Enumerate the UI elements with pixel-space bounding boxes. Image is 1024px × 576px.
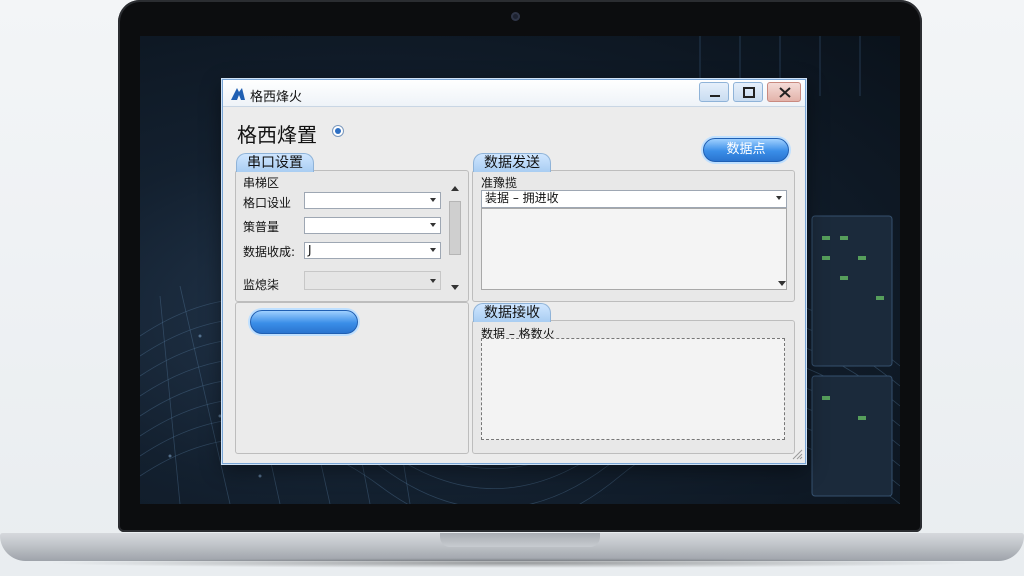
data-bits-label: 数据收成: bbox=[243, 245, 296, 259]
laptop-notch bbox=[440, 533, 600, 547]
close-icon bbox=[779, 87, 791, 98]
baud-label: 策普量 bbox=[243, 220, 280, 234]
title-bar[interactable]: 格西烽火 bbox=[223, 80, 805, 107]
serial-scrollbar[interactable] bbox=[448, 183, 462, 295]
scroll-down-icon[interactable] bbox=[451, 285, 459, 290]
data-bits-select[interactable]: J bbox=[304, 242, 441, 259]
data-point-button[interactable]: 数据点 bbox=[703, 138, 789, 162]
chevron-down-icon bbox=[430, 248, 436, 252]
receive-button-overlay[interactable] bbox=[250, 310, 358, 334]
data-send-tab: 数据发送 bbox=[473, 153, 551, 172]
resize-grip-icon[interactable] bbox=[791, 448, 803, 460]
webcam-icon bbox=[511, 12, 520, 21]
app-logo-icon bbox=[230, 86, 246, 105]
send-mode-select[interactable]: 装据 – 拥进收 bbox=[481, 190, 787, 208]
port-label: 格口设业 bbox=[243, 196, 292, 210]
page-title: 格西烽置 bbox=[237, 123, 317, 147]
maximize-button[interactable] bbox=[733, 82, 763, 102]
serial-section-label: 串梯区 bbox=[243, 176, 280, 190]
maximize-icon bbox=[743, 87, 755, 98]
status-radio[interactable] bbox=[332, 125, 344, 137]
receive-textarea[interactable] bbox=[481, 338, 785, 440]
close-button[interactable] bbox=[767, 82, 801, 102]
scroll-down-icon[interactable] bbox=[778, 281, 786, 286]
serial-settings-tab: 串口设置 bbox=[236, 153, 314, 172]
send-section-label: 准豫揽 bbox=[481, 176, 518, 190]
laptop-shadow bbox=[40, 558, 984, 568]
baud-select[interactable] bbox=[304, 217, 441, 234]
send-textarea[interactable] bbox=[481, 208, 787, 290]
app-window: 格西烽火 格西烽置 数据点 串口设置 串梯区 格口设业 策普量 数据收成: J … bbox=[222, 79, 806, 464]
data-bits-value: J bbox=[308, 243, 312, 257]
scroll-thumb[interactable] bbox=[449, 201, 461, 255]
data-receive-tab: 数据接收 bbox=[473, 303, 551, 322]
minimize-icon bbox=[710, 95, 720, 97]
scroll-up-icon[interactable] bbox=[451, 186, 459, 191]
chevron-down-icon bbox=[430, 223, 436, 227]
port-select[interactable] bbox=[304, 192, 441, 209]
minimize-button[interactable] bbox=[699, 82, 729, 102]
parity-select[interactable] bbox=[304, 271, 441, 290]
window-title: 格西烽火 bbox=[250, 90, 303, 105]
send-mode-value: 装据 – 拥进收 bbox=[485, 191, 559, 205]
chevron-down-icon bbox=[430, 198, 436, 202]
chevron-down-icon bbox=[430, 279, 436, 283]
parity-label: 监熄柒 bbox=[243, 278, 280, 292]
chevron-down-icon bbox=[776, 196, 782, 200]
